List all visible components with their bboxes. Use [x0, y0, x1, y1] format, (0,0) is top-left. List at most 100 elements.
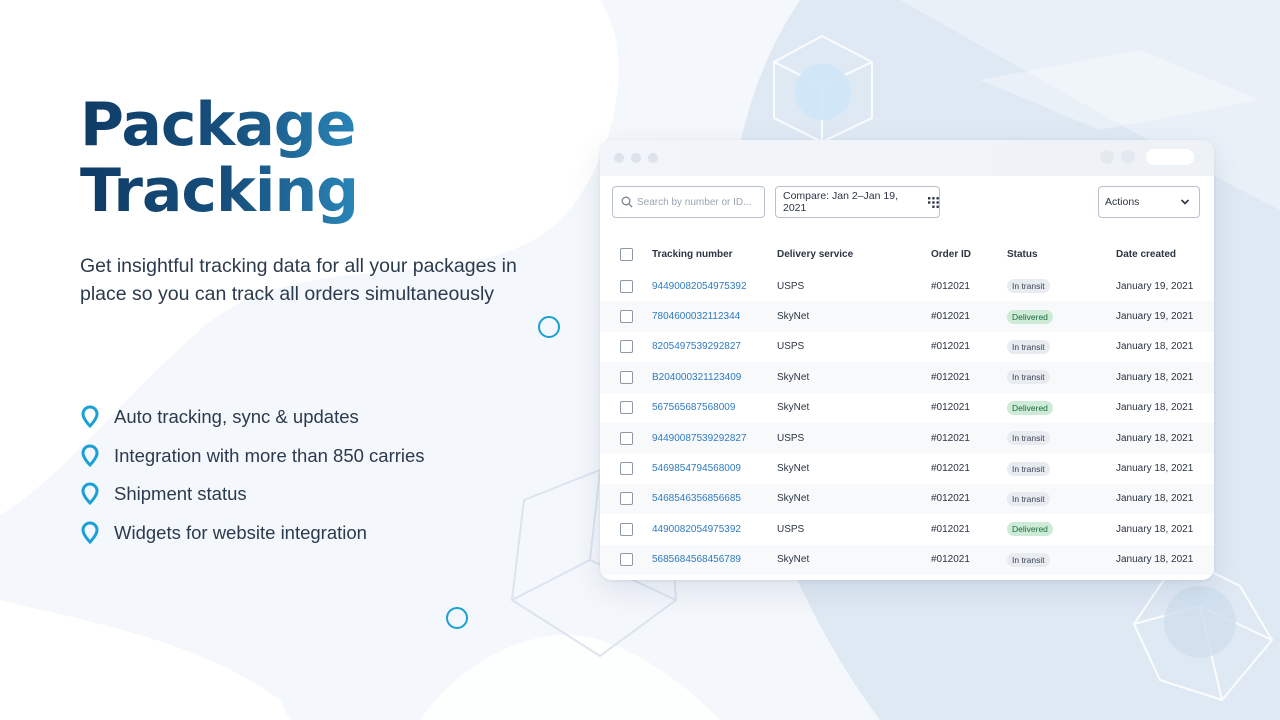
row-checkbox[interactable] — [620, 462, 633, 476]
row-select-cell — [600, 514, 652, 544]
date-cell: January 18, 2021 — [1116, 463, 1194, 475]
title-line-1: Package — [80, 90, 356, 160]
search-box[interactable] — [612, 186, 765, 218]
order-id-cell: #012021 — [931, 422, 1007, 454]
page-title: Package Tracking — [80, 92, 358, 224]
order-id-cell: #012021 — [931, 483, 1007, 515]
order-id-cell: #012021 — [931, 523, 970, 535]
row-checkbox[interactable] — [620, 553, 633, 567]
order-id-cell: #012021 — [931, 341, 970, 353]
row-select-cell — [600, 301, 652, 332]
tracking-number-link[interactable]: 5468546356856685 — [652, 493, 741, 504]
status-cell: In transit — [1007, 362, 1116, 393]
column-header-tracking[interactable]: Tracking number — [652, 238, 777, 271]
column-header-service[interactable]: Delivery service — [777, 238, 931, 271]
table-row[interactable]: B204000321123409 SkyNet #012021 In transit J… — [600, 362, 1214, 393]
tracking-number-link[interactable]: 5685684568456789 — [652, 554, 741, 565]
window-dot — [614, 153, 624, 163]
table-row[interactable]: 5685684568456789 SkyNet #012021 In transit J… — [600, 544, 1214, 575]
tracking-number-link[interactable]: B204000321123409 — [652, 372, 741, 383]
status-badge: In transit — [1007, 552, 1050, 567]
date-cell: January 18, 2021 — [1116, 523, 1194, 535]
table-row[interactable]: 7804600032112344 SkyNet #012021 Delivered Ja… — [600, 301, 1214, 332]
tracking-cell: B204000321123409 — [652, 362, 777, 393]
column-header-order[interactable]: Order ID — [931, 238, 1007, 271]
toolbar: Compare: Jan 2–Jan 19, 2021 Actions — [600, 176, 1214, 228]
window-pill — [1146, 149, 1194, 165]
date-compare-button[interactable]: Compare: Jan 2–Jan 19, 2021 — [775, 186, 940, 218]
location-pin-icon — [81, 405, 99, 429]
table-row[interactable]: 567565687568009 SkyNet #012021 Delivered Jan… — [600, 393, 1214, 423]
row-checkbox[interactable] — [620, 310, 633, 324]
tracking-number-link[interactable]: 5469854794568009 — [652, 463, 741, 474]
service-cell: USPS — [777, 523, 805, 535]
status-cell: In transit — [1007, 453, 1116, 483]
table-row[interactable]: 4490082054975392 USPS #012021 Delivered Janu… — [600, 514, 1214, 544]
actions-dropdown[interactable]: Actions — [1098, 186, 1200, 218]
row-select-cell — [600, 362, 652, 393]
row-select-cell — [600, 453, 652, 483]
order-id-cell: #012021 — [931, 463, 970, 475]
status-cell: Delivered — [1007, 393, 1116, 423]
select-all-cell — [600, 238, 652, 271]
search-input[interactable] — [637, 196, 757, 208]
tracking-number-link[interactable]: 8205497539292827 — [652, 341, 741, 352]
table-body: 94490082054975392 USPS #012021 In transit Ja… — [600, 271, 1214, 575]
feature-label: Widgets for website integration — [114, 521, 367, 543]
feature-label: Integration with more than 850 carries — [114, 444, 425, 466]
window-dot — [631, 153, 641, 163]
row-select-cell — [600, 422, 652, 454]
row-select-cell — [600, 393, 652, 423]
tracking-number-link[interactable]: 4490082054975392 — [652, 524, 741, 535]
window-dot — [648, 153, 658, 163]
tracking-cell: 5468546356856685 — [652, 483, 777, 515]
order-id-cell: #012021 — [931, 402, 970, 414]
row-select-cell — [600, 332, 652, 362]
row-checkbox[interactable] — [620, 492, 633, 506]
row-checkbox[interactable] — [620, 401, 633, 415]
table-row[interactable]: 5468546356856685 SkyNet #012021 In transit J… — [600, 483, 1214, 515]
table-row[interactable]: 94490087539292827 USPS #012021 In transit Ja… — [600, 422, 1214, 454]
order-id-cell: #012021 — [931, 362, 1007, 393]
service-cell: SkyNet — [777, 463, 810, 475]
select-all-checkbox[interactable] — [620, 248, 633, 261]
column-header-date[interactable]: Date created — [1116, 238, 1214, 271]
table-row[interactable]: 8205497539292827 USPS #012021 In transit Jan… — [600, 332, 1214, 362]
decor-ring — [446, 607, 468, 629]
tracking-cell: 94490082054975392 — [652, 271, 777, 301]
hero-subtitle: Get insightful tracking data for all you… — [80, 255, 517, 305]
table-row[interactable]: 94490082054975392 USPS #012021 In transit Ja… — [600, 271, 1214, 301]
row-checkbox[interactable] — [620, 431, 633, 445]
window-titlebar — [600, 140, 1214, 176]
order-id-cell: #012021 — [931, 280, 970, 292]
search-icon — [621, 196, 633, 208]
column-header-status[interactable]: Status — [1007, 238, 1116, 271]
date-cell: January 19, 2021 — [1116, 280, 1194, 292]
tracking-number-link[interactable]: 94490087539292827 — [652, 433, 747, 444]
tracking-number-link[interactable]: 567565687568009 — [652, 402, 735, 413]
tracking-cell: 5685684568456789 — [652, 544, 777, 575]
row-checkbox[interactable] — [620, 370, 633, 384]
table-row[interactable]: 5469854794568009 SkyNet #012021 In transit J… — [600, 453, 1214, 483]
date-cell: January 19, 2021 — [1116, 301, 1214, 332]
service-cell: SkyNet — [777, 483, 931, 515]
date-cell: January 18, 2021 — [1116, 402, 1194, 414]
row-checkbox[interactable] — [620, 522, 633, 536]
row-checkbox[interactable] — [620, 340, 633, 354]
tracking-cell: 8205497539292827 — [652, 332, 777, 362]
tracking-number-link[interactable]: 7804600032112344 — [652, 311, 740, 322]
calendar-grid-icon — [928, 196, 939, 208]
actions-label: Actions — [1105, 196, 1140, 208]
status-cell: Delivered — [1007, 301, 1116, 332]
date-cell: January 18, 2021 — [1116, 341, 1194, 353]
feature-item: Widgets for website integration — [80, 514, 425, 553]
status-badge: In transit — [1007, 339, 1050, 354]
status-cell: Delivered — [1007, 514, 1116, 544]
status-cell: In transit — [1007, 332, 1116, 362]
row-checkbox[interactable] — [620, 279, 633, 293]
table-header-row: Tracking number Delivery service Order I… — [600, 238, 1214, 271]
order-id-cell: #012021 — [931, 544, 1007, 575]
row-select-cell — [600, 483, 652, 515]
date-cell: January 18, 2021 — [1116, 422, 1214, 454]
tracking-number-link[interactable]: 94490082054975392 — [652, 281, 747, 292]
